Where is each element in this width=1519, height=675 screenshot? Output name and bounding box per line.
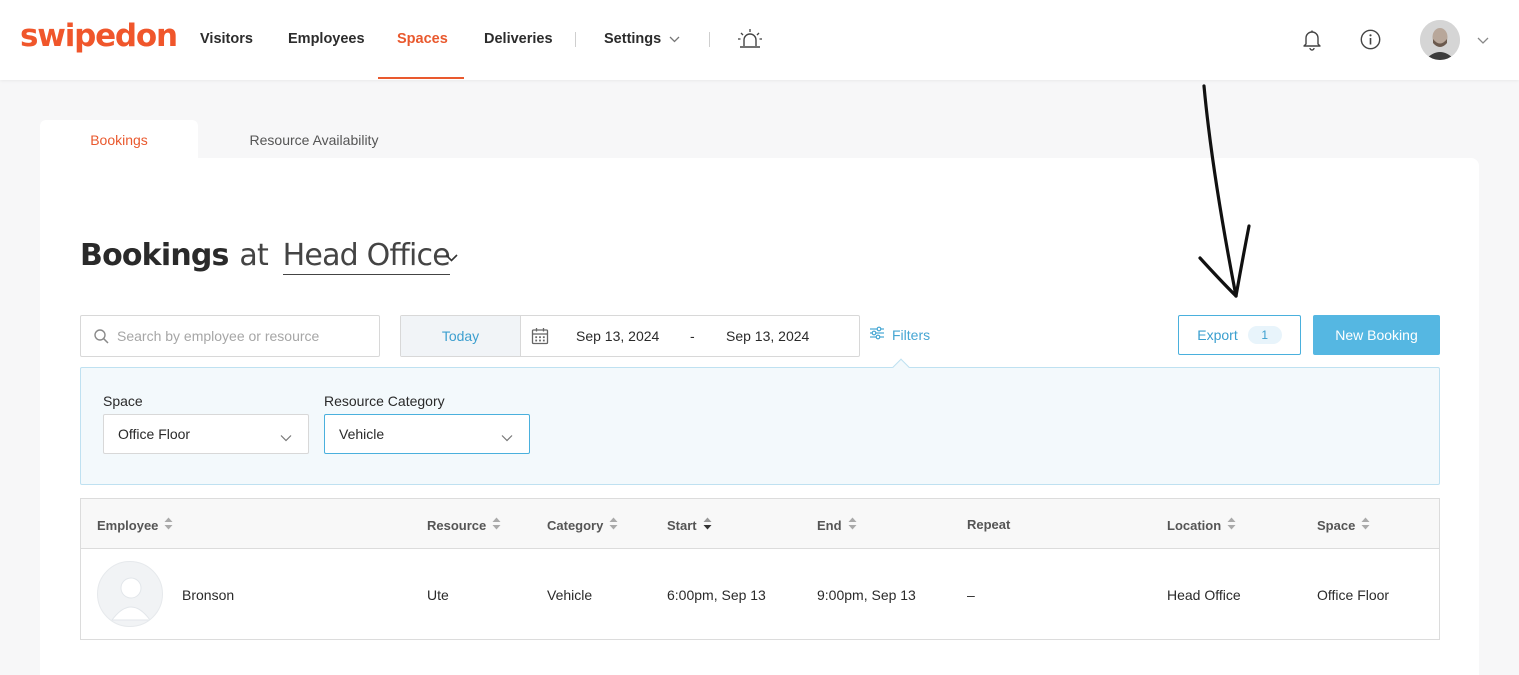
column-label: End [817,517,842,533]
table-header: Employee Resource Category Start End Rep… [81,499,1439,549]
nav-divider [575,32,576,47]
page-title: Bookings at Head Office [80,238,451,275]
export-count-badge: 1 [1247,326,1282,344]
page-title-label: Bookings [80,238,229,273]
chevron-down-icon[interactable] [668,33,680,45]
sort-active-icon [703,517,712,533]
column-header-end[interactable]: End [817,517,857,533]
tab-bookings[interactable]: Bookings [40,120,198,160]
category-filter-value: Vehicle [339,426,385,442]
cell-resource: Ute [427,587,449,603]
start-date-input[interactable]: Sep 13, 2024 [576,328,659,344]
avatar[interactable] [1420,20,1460,60]
column-label: Employee [97,517,159,533]
category-filter-label: Resource Category [324,393,445,409]
swipedon-logo[interactable]: swipedon [20,18,178,54]
chevron-down-icon [501,429,513,445]
column-label: Repeat [967,517,1011,532]
end-date-input[interactable]: Sep 13, 2024 [726,328,809,344]
sort-icon [848,517,857,533]
employee-avatar-placeholder [97,561,163,627]
page-title-at: at [239,238,268,273]
sort-icon [609,517,618,533]
space-filter-label: Space [103,393,143,409]
export-button[interactable]: Export 1 [1178,315,1301,355]
column-label: Space [1317,517,1356,533]
search-icon [94,329,109,349]
space-filter-select[interactable]: Office Floor [103,414,309,454]
bell-icon[interactable] [1301,28,1323,52]
column-label: Resource [427,517,487,533]
cell-employee: Bronson [182,587,235,603]
alarm-icon[interactable] [736,27,764,51]
chevron-down-icon[interactable] [444,250,459,268]
top-navigation-bar: swipedon Visitors Employees Spaces Deliv… [0,0,1519,80]
category-filter-select[interactable]: Vehicle [324,414,530,454]
column-header-category[interactable]: Category [547,517,618,533]
calendar-icon[interactable] [531,327,549,350]
today-button[interactable]: Today [401,316,521,356]
cell-space: Office Floor [1317,587,1390,603]
tab-resource-availability[interactable]: Resource Availability [220,120,408,160]
nav-divider [709,32,710,47]
export-label: Export [1197,327,1238,343]
filters-toggle[interactable]: Filters [869,326,930,343]
cell-repeat: – [967,587,975,603]
cell-end: 9:00pm, Sep 13 [817,587,916,603]
sort-icon [164,517,173,533]
column-label: Location [1167,517,1222,533]
date-range-picker: Today Sep 13, 2024 - Sep 13, 2024 [400,315,860,357]
space-filter-value: Office Floor [118,426,191,442]
info-icon[interactable] [1359,28,1381,50]
cell-start: 6:00pm, Sep 13 [667,587,766,603]
sort-icon [1361,517,1370,533]
nav-item-visitors[interactable]: Visitors [200,31,253,47]
bookings-table: Employee Resource Category Start End Rep… [80,498,1440,640]
cell-location: Head Office [1167,587,1241,603]
new-booking-button[interactable]: New Booking [1313,315,1440,355]
date-range-separator: - [690,328,695,344]
column-label: Start [667,517,697,533]
sliders-icon [869,326,885,343]
chevron-down-icon [280,429,292,445]
column-header-employee[interactable]: Employee [97,517,173,533]
search-input[interactable] [117,316,372,356]
column-header-resource[interactable]: Resource [427,517,501,533]
column-label: Category [547,517,604,533]
annotation-arrow-icon [1198,84,1251,298]
column-header-start[interactable]: Start [667,517,712,533]
nav-item-settings[interactable]: Settings [604,31,661,47]
column-header-location[interactable]: Location [1167,517,1236,533]
sort-icon [492,517,501,533]
location-selector[interactable]: Head Office [282,238,451,275]
nav-item-deliveries[interactable]: Deliveries [484,31,553,47]
nav-item-spaces[interactable]: Spaces [397,31,448,47]
chevron-down-icon[interactable] [1476,35,1490,45]
nav-item-employees[interactable]: Employees [288,31,365,47]
search-box [80,315,380,357]
column-header-repeat: Repeat [967,517,1010,532]
sort-icon [1227,517,1236,533]
active-nav-indicator [378,77,464,79]
cell-category: Vehicle [547,587,593,603]
filters-label: Filters [892,326,931,343]
column-header-space[interactable]: Space [1317,517,1370,533]
